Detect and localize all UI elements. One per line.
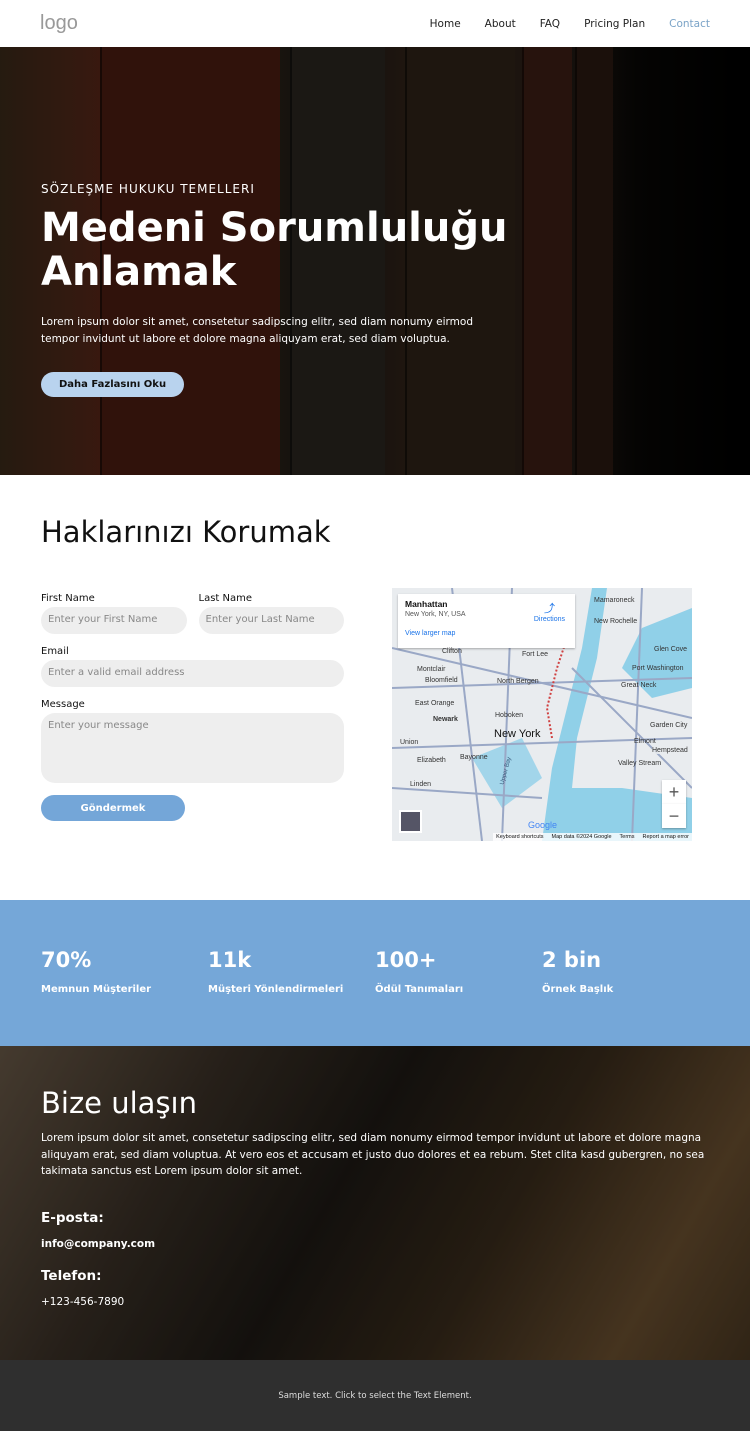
stat-value: 11k: [208, 948, 252, 972]
stat-value: 100+: [375, 948, 437, 972]
first-name-label: First Name: [41, 593, 95, 604]
map-label: Montclair: [417, 666, 446, 673]
nav-pricing-plan[interactable]: Pricing Plan: [584, 18, 645, 30]
map-label: Union: [400, 739, 419, 746]
phone-heading: Telefon:: [41, 1267, 102, 1284]
footer-text: Sample text. Click to select the Text El…: [278, 1390, 472, 1401]
message-textarea[interactable]: Enter your message: [41, 713, 344, 783]
map-label: Port Washington: [632, 665, 684, 672]
terms-link[interactable]: Terms: [620, 834, 635, 840]
map-label: Valley Stream: [618, 760, 662, 767]
phone-value[interactable]: +123-456-7890: [41, 1296, 711, 1308]
view-larger-map-link[interactable]: View larger map: [405, 630, 568, 637]
map-label: Bayonne: [460, 754, 488, 761]
map-label: Hempstead: [652, 747, 688, 754]
contact-section: Bize ulaşın Lorem ipsum dolor sit amet, …: [0, 1046, 750, 1360]
stat-label: Memnun Müşteriler: [41, 984, 152, 995]
directions-label: Directions: [533, 616, 565, 623]
map-label: North Bergen: [497, 678, 539, 685]
message-label: Message: [41, 699, 85, 710]
last-name-input[interactable]: Enter your Last Name: [198, 607, 344, 634]
first-name-input[interactable]: Enter your First Name: [41, 607, 187, 634]
map-label: Hoboken: [495, 712, 524, 719]
stats-section: 70% Memnun Müşteriler 11k Müşteri Yönlendi…: [0, 900, 750, 1046]
read-more-button[interactable]: Daha Fazlasını Oku: [41, 372, 185, 397]
map-info-card: Manhattan New York, NY, USA ⤴ Directions …: [398, 594, 575, 648]
map-label: Mamaroneck: [594, 597, 635, 604]
directions-link[interactable]: ⤴ Directions: [534, 600, 565, 623]
map-label-new-york: New York: [494, 728, 541, 740]
nav-faq[interactable]: FAQ: [540, 18, 560, 30]
map-label: New Rochelle: [594, 618, 638, 625]
hero-section: SÖZLEŞME HUKUKU TEMELLERI Medeni Sorumlu…: [0, 47, 750, 475]
map-label: Newark: [433, 716, 458, 723]
map-label: Garden City: [650, 722, 688, 729]
hero-eyebrow: SÖZLEŞME HUKUKU TEMELLERI: [41, 182, 255, 196]
zoom-in-button[interactable]: +: [662, 780, 686, 804]
contact-form: First Name Enter your First Name Last Nam…: [41, 593, 344, 821]
map-label: Elizabeth: [417, 757, 446, 764]
map-label: East Orange: [415, 700, 455, 707]
hero-text: Lorem ipsum dolor sit amet, consetetur s…: [41, 316, 473, 345]
map-label: Bloomfield: [425, 677, 458, 684]
submit-button[interactable]: Göndermek: [41, 795, 185, 821]
satellite-toggle[interactable]: [399, 810, 422, 833]
email-heading: E-posta:: [41, 1209, 104, 1226]
header: logo Home About FAQ Pricing Plan Contact: [0, 0, 750, 47]
stat-label: Ödül Tanımaları: [375, 984, 464, 995]
contact-text: Lorem ipsum dolor sit amet, consetetur s…: [41, 1132, 705, 1177]
contact-form-section: Haklarınızı Korumak First Name Enter your…: [0, 475, 750, 900]
stat-item: 70% Memnun Müşteriler: [41, 948, 208, 1046]
map-data-text: Map data ©2024 Google: [551, 834, 612, 840]
keyboard-shortcuts-link[interactable]: Keyboard shortcuts: [496, 834, 543, 840]
map-label: Great Neck: [621, 682, 657, 689]
email-value[interactable]: info@company.com: [41, 1238, 711, 1250]
map-embed[interactable]: Manhattan New York, NY, USA ⤴ Directions …: [392, 588, 692, 841]
last-name-label: Last Name: [198, 593, 253, 604]
map-label: Clifton: [442, 648, 462, 655]
stat-label: Örnek Başlık: [542, 984, 614, 995]
nav-about[interactable]: About: [485, 18, 516, 30]
map-attribution: Keyboard shortcuts Map data ©2024 Google…: [493, 833, 692, 841]
stat-label: Müşteri Yönlendirmeleri: [208, 984, 344, 995]
map-place: Manhattan: [405, 599, 448, 609]
stat-value: 2 bin: [542, 948, 602, 972]
nav-contact[interactable]: Contact: [669, 18, 710, 30]
directions-icon: ⤴: [543, 603, 555, 615]
footer: Sample text. Click to select the Text El…: [0, 1360, 750, 1431]
zoom-out-button[interactable]: −: [662, 804, 686, 828]
map-label: Fort Lee: [522, 651, 549, 658]
hero-title: Medeni Sorumluluğu Anlamak: [41, 205, 508, 295]
map-label: Elmont: [634, 738, 656, 745]
email-label: Email: [41, 646, 69, 657]
nav: Home About FAQ Pricing Plan Contact: [430, 18, 710, 30]
google-logo: Google: [528, 820, 558, 830]
report-map-error-link[interactable]: Report a map error: [643, 834, 689, 840]
section-title: Haklarınızı Korumak: [41, 515, 331, 549]
logo[interactable]: logo: [40, 12, 78, 35]
stat-item: 100+ Ödül Tanımaları: [375, 948, 542, 1046]
contact-title: Bize ulaşın: [41, 1086, 197, 1120]
stat-item: 11k Müşteri Yönlendirmeleri: [208, 948, 375, 1046]
email-input[interactable]: Enter a valid email address: [41, 660, 344, 687]
nav-home[interactable]: Home: [430, 18, 461, 30]
stat-item: 2 bin Örnek Başlık: [542, 948, 709, 1046]
map-label: Glen Cove: [654, 646, 688, 653]
stat-value: 70%: [41, 948, 92, 972]
map-label: Linden: [410, 781, 432, 788]
